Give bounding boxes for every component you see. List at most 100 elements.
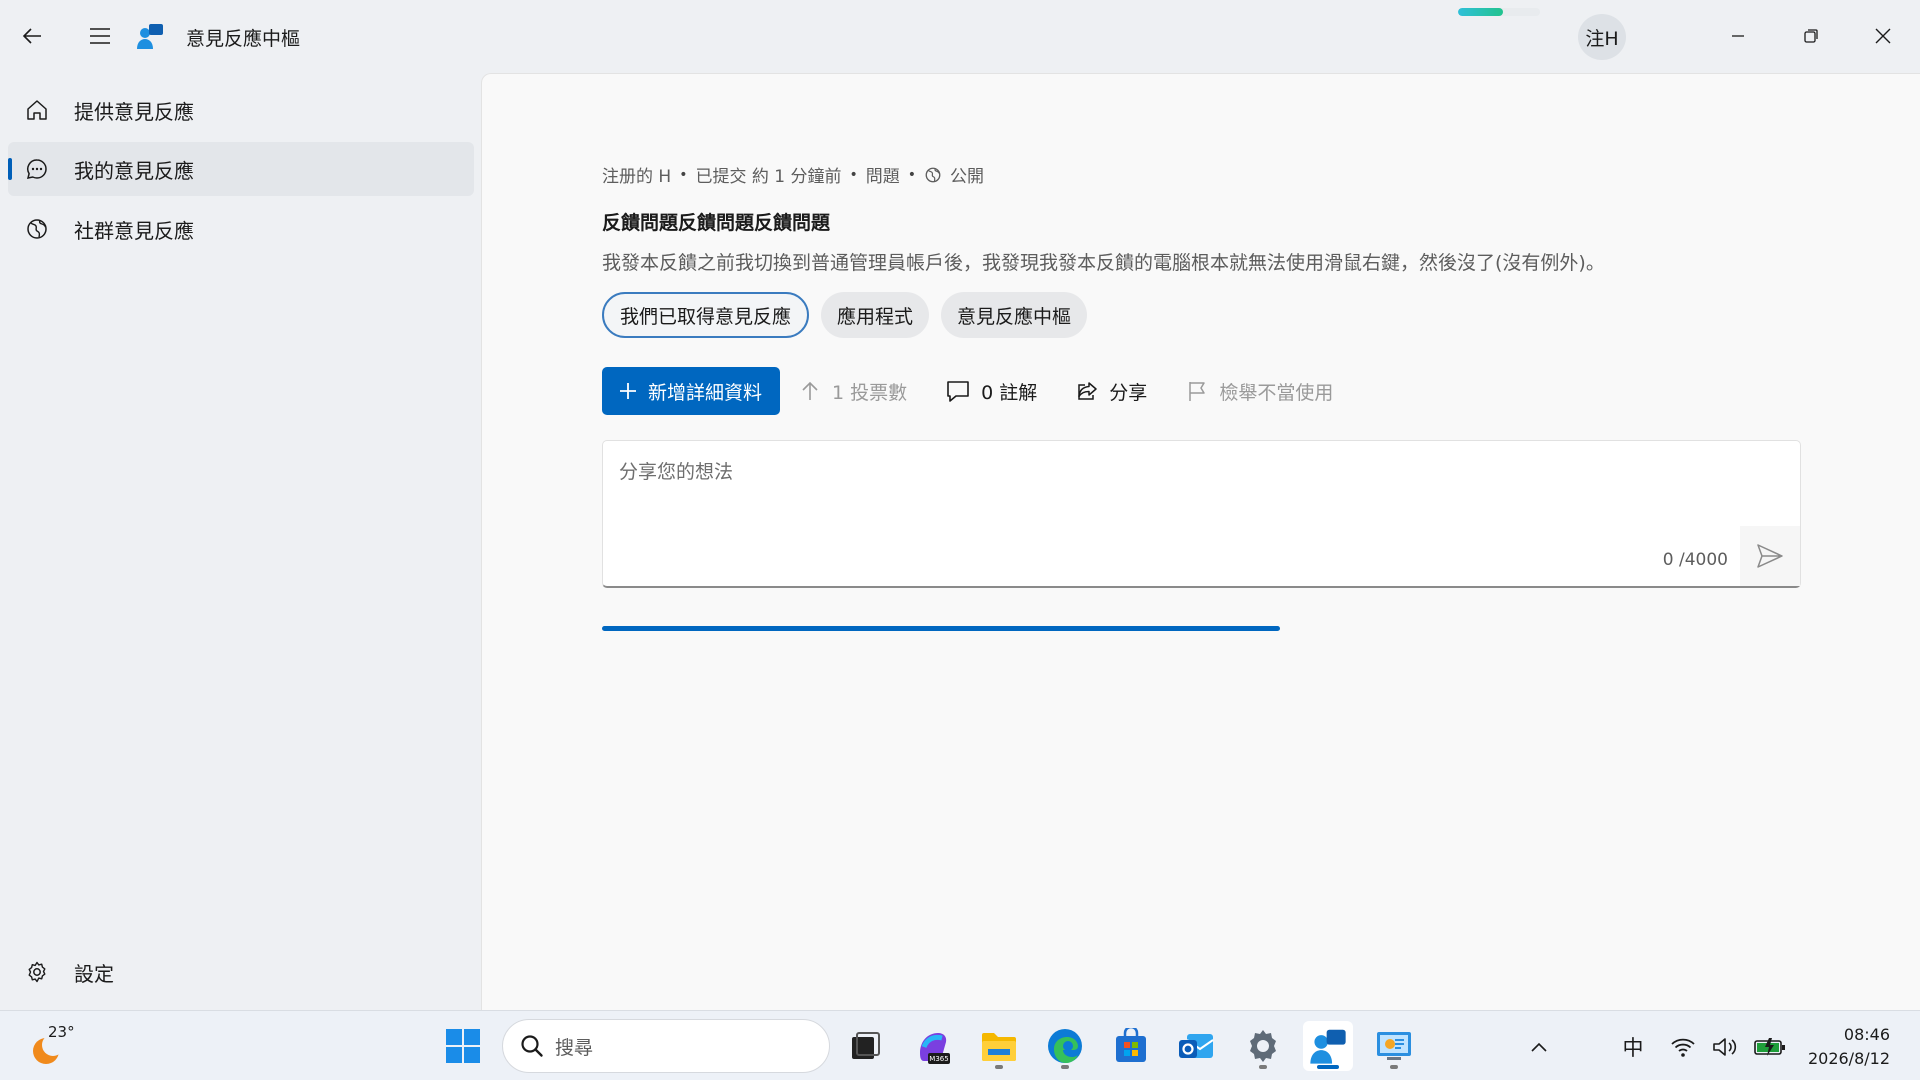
search-placeholder: 搜尋 (555, 1036, 594, 1059)
gear-icon (24, 959, 50, 985)
remote-desktop-icon (1377, 1032, 1411, 1060)
title-bar: 意見反應中樞 注H (0, 0, 1920, 70)
back-arrow-icon (22, 28, 41, 44)
add-details-label: 新增詳細資料 (648, 381, 763, 404)
running-indicator (1061, 1065, 1069, 1069)
comments-button[interactable]: 0 註解 (945, 378, 1037, 405)
close-button[interactable] (1853, 14, 1913, 58)
plus-icon (620, 383, 636, 399)
arrow-up-icon (802, 381, 818, 400)
globe-icon (925, 167, 941, 182)
back-button[interactable] (12, 16, 52, 56)
separator-dot: • (679, 166, 688, 183)
speaker-icon (1713, 1038, 1737, 1056)
taskbar-task-view[interactable] (840, 1021, 890, 1071)
tag-chip-app[interactable]: 意見反應中樞 (941, 292, 1088, 338)
running-indicator (1259, 1065, 1267, 1069)
taskbar-outlook[interactable] (1171, 1021, 1221, 1071)
comment-placeholder: 分享您的想法 (619, 461, 734, 483)
taskbar-settings[interactable] (1238, 1021, 1288, 1071)
action-bar: 新增詳細資料 1 投票數 0 註解 分享 檢舉不當使用 (602, 367, 1333, 415)
tag-list: 我們已取得意見反應 應用程式 意見反應中樞 (602, 292, 1088, 338)
tag-chip-status[interactable]: 我們已取得意見反應 (602, 292, 810, 338)
taskbar: 23° 搜尋 M365 中 08:46 2026/8/12 (0, 1010, 1920, 1080)
settings-label: 設定 (74, 961, 114, 986)
feedback-type: 問題 (865, 167, 900, 187)
feedback-title: 反饋問題反饋問題反饋問題 (602, 212, 831, 234)
share-label: 分享 (1109, 381, 1148, 404)
start-button[interactable] (438, 1021, 488, 1071)
tag-chip-category[interactable]: 應用程式 (821, 292, 930, 338)
restore-icon (1804, 29, 1818, 43)
sidebar-item-community-feedback[interactable]: 社群意見反應 (8, 202, 474, 256)
weather-widget[interactable]: 23° (26, 1023, 82, 1069)
vote-count: 1 投票數 (832, 381, 908, 404)
windows-logo-icon (446, 1029, 480, 1063)
running-indicator (1317, 1065, 1339, 1069)
author: 注册的 H (602, 167, 672, 187)
folder-icon (982, 1033, 1016, 1061)
share-icon (1078, 382, 1098, 400)
taskbar-feedback-hub[interactable] (1303, 1021, 1353, 1071)
clock-time: 08:46 (1843, 1025, 1890, 1044)
restore-button[interactable] (1781, 14, 1841, 58)
comment-input[interactable]: 分享您的想法 0 /4000 (602, 440, 1801, 588)
feedback-meta: 注册的 H • 已提交 約 1 分鐘前 • 問題 • 公開 (602, 162, 984, 188)
separator-dot: • (849, 166, 858, 183)
taskbar-remote-desktop[interactable] (1369, 1021, 1419, 1071)
settings-gear-icon (1250, 1030, 1276, 1062)
sync-progress-fill (1458, 8, 1504, 16)
task-view-icon (852, 1032, 880, 1059)
send-button[interactable] (1740, 526, 1800, 586)
outlook-icon (1179, 1034, 1214, 1058)
home-icon (24, 97, 50, 123)
battery-status[interactable] (1752, 1033, 1788, 1061)
volume-status[interactable] (1710, 1033, 1740, 1061)
account-avatar[interactable]: 注H (1578, 14, 1626, 60)
m365-icon: M365 (920, 1033, 950, 1064)
system-clock[interactable]: 08:46 2026/8/12 (1808, 1023, 1890, 1071)
hamburger-icon (90, 28, 110, 44)
comment-count: 0 註解 (981, 381, 1038, 404)
sidebar-item-my-feedback[interactable]: 我的意見反應 (8, 142, 474, 196)
battery-charging-icon (1754, 1038, 1785, 1056)
search-icon (521, 1035, 543, 1057)
globe-icon (24, 216, 50, 242)
taskbar-search[interactable]: 搜尋 (502, 1019, 830, 1073)
sidebar-item-settings[interactable]: 設定 (8, 945, 474, 999)
taskbar-m365-copilot[interactable]: M365 (908, 1021, 958, 1071)
flag-icon (1189, 382, 1206, 401)
taskbar-file-explorer[interactable] (974, 1021, 1024, 1071)
character-counter: 0 /4000 (1662, 550, 1728, 570)
loading-progress-bar (602, 626, 1280, 631)
feedback-hub-logo-icon (137, 24, 163, 49)
chevron-up-icon (1531, 1042, 1547, 1052)
show-hidden-icons-button[interactable] (1526, 1033, 1552, 1061)
submitted-time: 已提交 約 1 分鐘前 (695, 167, 842, 187)
app-title: 意見反應中樞 (186, 28, 301, 50)
send-icon (1757, 544, 1783, 568)
upvote-button[interactable]: 1 投票數 (798, 378, 907, 405)
taskbar-edge[interactable] (1040, 1021, 1090, 1071)
add-details-button[interactable]: 新增詳細資料 (602, 367, 781, 415)
report-label: 檢舉不當使用 (1219, 381, 1334, 404)
selection-indicator (8, 158, 12, 180)
sync-progress-bar (1458, 8, 1540, 16)
feedback-description: 我發本反饋之前我切換到普通管理員帳戶後，我發現我發本反饋的電腦根本就無法使用滑鼠… (602, 252, 1605, 274)
wifi-status[interactable] (1668, 1033, 1698, 1061)
minimize-icon (1732, 35, 1744, 37)
feedback-detail-panel: 注册的 H • 已提交 約 1 分鐘前 • 問題 • 公開 反饋問題反饋問題反饋… (481, 73, 1920, 1010)
report-abuse-button[interactable]: 檢舉不當使用 (1185, 378, 1333, 405)
share-button[interactable]: 分享 (1075, 378, 1147, 405)
sidebar: 提供意見反應 我的意見反應 社群意見反應 設定 (0, 70, 480, 1010)
menu-button[interactable] (80, 16, 120, 56)
sidebar-item-give-feedback[interactable]: 提供意見反應 (8, 83, 474, 137)
feedback-hub-icon (1310, 1029, 1346, 1064)
sidebar-item-label: 我的意見反應 (74, 158, 194, 183)
taskbar-store[interactable] (1106, 1021, 1156, 1071)
sidebar-item-label: 提供意見反應 (74, 99, 194, 124)
comment-icon (947, 381, 969, 402)
minimize-button[interactable] (1708, 14, 1768, 58)
ime-indicator[interactable]: 中 (1620, 1033, 1646, 1061)
sidebar-item-label: 社群意見反應 (74, 218, 194, 243)
